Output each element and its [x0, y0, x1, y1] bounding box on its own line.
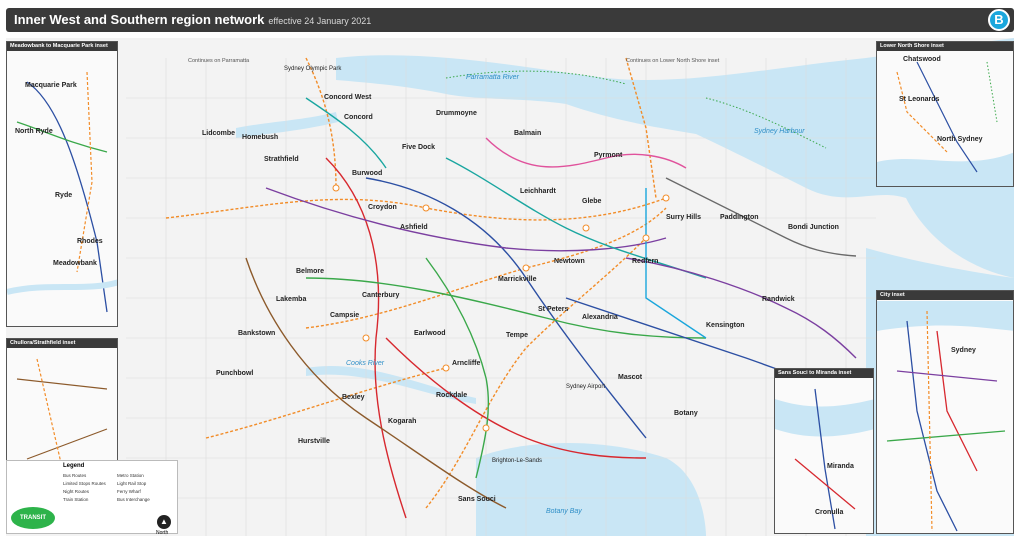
north-label: North: [156, 530, 169, 536]
legend-item: Metro Station: [117, 473, 144, 478]
legend-item: Night Routes: [63, 489, 90, 494]
label-belmore: Belmore: [296, 268, 325, 275]
label-sydney-airport: Sydney Airport: [566, 384, 606, 390]
label-burwood: Burwood: [352, 170, 383, 177]
label-newtown: Newtown: [554, 258, 585, 265]
inset-north-shore-map: [877, 61, 1013, 186]
route-pink-1: [485, 137, 687, 169]
label-croydon: Croydon: [368, 204, 397, 211]
route-red-2: [385, 337, 647, 459]
label-rockdale: Rockdale: [436, 392, 468, 399]
label-marrickville: Marrickville: [498, 276, 537, 283]
label-rhodes: Rhodes: [77, 238, 103, 245]
label-st-peters: St Peters: [538, 306, 569, 313]
inset-north-shore[interactable]: Lower North Shore inset Chatswood St Leo…: [876, 41, 1014, 187]
label-north-ryde: North Ryde: [15, 128, 53, 135]
label-concord-west: Concord West: [324, 94, 372, 101]
route-teal-2: [305, 97, 387, 169]
label-kogarah: Kogarah: [388, 418, 417, 425]
label-tempe: Tempe: [506, 332, 529, 339]
label-ashfield: Ashfield: [400, 224, 428, 231]
botany-bay-shape: [476, 443, 706, 536]
label-pyrmont: Pyrmont: [594, 152, 623, 159]
route-green-2: [425, 257, 490, 479]
label-punchbowl: Punchbowl: [216, 370, 254, 377]
label-strathfield: Strathfield: [264, 156, 299, 163]
inset-meadowbank[interactable]: Meadowbank to Macquarie Park inset Macqu…: [6, 41, 118, 327]
cont-north-shore: Continues on Lower North Shore inset: [626, 58, 720, 64]
label-st-leonards: St Leonards: [899, 96, 940, 103]
label-mascot: Mascot: [618, 374, 643, 381]
page-title: Inner West and Southern region network ef…: [14, 12, 371, 27]
label-five-dock: Five Dock: [402, 144, 436, 151]
inset-city[interactable]: City inset Sydney: [876, 290, 1014, 534]
label-drummoyne: Drummoyne: [436, 110, 477, 117]
label-campsie: Campsie: [330, 312, 360, 319]
effective-date: effective 24 January 2021: [268, 16, 372, 26]
label-botany-bay: Botany Bay: [546, 508, 582, 515]
station-markers: [332, 184, 670, 432]
label-homebush: Homebush: [242, 134, 279, 141]
label-cronulla: Cronulla: [815, 509, 844, 516]
label-glebe: Glebe: [582, 198, 602, 205]
label-botany: Botany: [674, 410, 698, 417]
label-sydney-olympic-park: Sydney Olympic Park: [284, 66, 342, 72]
title-bar: Inner West and Southern region network ef…: [6, 8, 1014, 32]
label-meadowbank: Meadowbank: [53, 260, 97, 267]
legend-item: Train Station: [63, 497, 89, 502]
label-leichhardt: Leichhardt: [520, 188, 556, 195]
label-bondi-junction: Bondi Junction: [788, 224, 839, 231]
inset-sans-souci-miranda[interactable]: Sans Souci to Miranda inset Miranda Cron…: [774, 368, 874, 534]
label-surry-hills: Surry Hills: [666, 214, 702, 221]
label-cooks-river: Cooks River: [346, 360, 385, 367]
train-lines: [165, 57, 667, 509]
legend-item: Bus Routes: [63, 473, 87, 478]
region-badge: B: [988, 9, 1010, 31]
label-paddington: Paddington: [720, 214, 759, 221]
title-text: Inner West and Southern region network: [14, 12, 265, 27]
label-lidcombe: Lidcombe: [202, 130, 236, 137]
legend-item: Limited Stops Routes: [63, 481, 106, 486]
legend-title: Legend: [63, 463, 85, 469]
label-arncliffe: Arncliffe: [452, 360, 481, 367]
label-parramatta-river: Parramatta River: [466, 74, 519, 81]
label-canterbury: Canterbury: [362, 292, 400, 299]
transit-systems-logo: TRANSIT SYSTEMS: [11, 507, 55, 543]
label-lakemba: Lakemba: [276, 296, 307, 303]
label-sydney-harbour: Sydney Harbour: [754, 128, 805, 135]
legend: Legend Bus Routes Limited Stops Routes N…: [6, 460, 178, 543]
legend-item: Ferry Wharf: [117, 489, 141, 494]
label-bankstown: Bankstown: [238, 330, 276, 337]
label-kensington: Kensington: [706, 322, 745, 329]
legend-item: Light Rail Stop: [117, 481, 147, 486]
label-chatswood: Chatswood: [903, 56, 941, 63]
inset-city-map: [877, 301, 1013, 532]
cont-parramatta: Continues on Parramatta: [188, 58, 250, 64]
label-brighton-le-sands: Brighton-Le-Sands: [492, 458, 543, 464]
label-earlwood: Earlwood: [414, 330, 446, 337]
label-macquarie-park: Macquarie Park: [25, 82, 77, 89]
label-sans-souci: Sans Souci: [458, 496, 496, 503]
label-alexandria: Alexandria: [582, 314, 618, 321]
label-sydney-city: Sydney: [951, 347, 976, 354]
label-randwick: Randwick: [762, 296, 795, 303]
label-redfern: Redfern: [632, 258, 659, 265]
label-balmain: Balmain: [514, 130, 542, 137]
label-north-sydney: North Sydney: [937, 136, 983, 143]
legend-item: Bus Interchange: [117, 497, 150, 502]
label-hurstville: Hurstville: [298, 438, 330, 445]
label-bexley: Bexley: [342, 394, 365, 401]
label-ryde: Ryde: [55, 192, 73, 199]
label-miranda: Miranda: [827, 463, 854, 470]
label-concord: Concord: [344, 114, 373, 121]
north-arrow-icon: ▲: [157, 515, 171, 529]
